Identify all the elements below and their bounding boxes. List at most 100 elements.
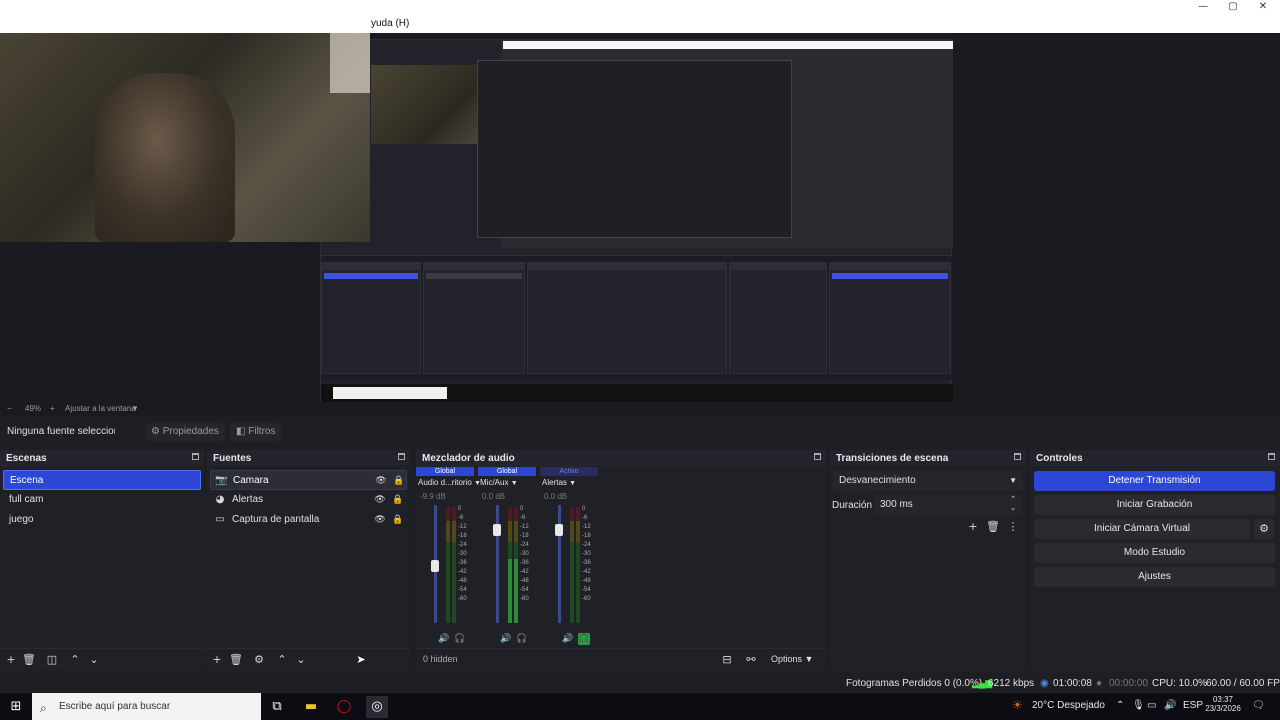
remove-scene-button[interactable]: 🗑 bbox=[21, 652, 37, 668]
volume-slider-handle[interactable] bbox=[493, 524, 501, 536]
remove-source-button[interactable]: 🗑 bbox=[228, 652, 244, 668]
preview-canvas[interactable] bbox=[0, 33, 1280, 403]
source-settings-button[interactable]: ⚙ bbox=[251, 652, 267, 668]
level-meter bbox=[452, 507, 456, 623]
float-icon[interactable] bbox=[1014, 453, 1021, 460]
transitions-dock: Transiciones de escena Desvanecimiento ▼… bbox=[830, 450, 1026, 670]
fit-window-option[interactable]: Ajustar a la ventana bbox=[65, 404, 136, 413]
meter-scale-tick: -18 bbox=[520, 533, 529, 539]
transitions-title: Transiciones de escena bbox=[836, 453, 949, 464]
volume-slider[interactable] bbox=[558, 505, 561, 623]
meter-scale-tick: -6 bbox=[582, 515, 588, 521]
meter-scale-tick: 0 bbox=[458, 506, 462, 512]
duration-spinbox[interactable]: 300 ms ⌃ ⌄ bbox=[874, 495, 1022, 515]
mixer-link-icon[interactable]: ⚯ bbox=[743, 652, 759, 668]
network-icon[interactable]: ▭ bbox=[1147, 700, 1156, 711]
remove-transition-button[interactable]: 🗑 bbox=[985, 519, 1001, 535]
stop-streaming-button[interactable]: Detener Transmisión bbox=[1034, 471, 1275, 491]
obs-icon[interactable]: ◎ bbox=[366, 696, 388, 718]
meter-scale-tick: -36 bbox=[458, 560, 467, 566]
source-item[interactable]: ◕ Alertas 👁 🔒 bbox=[210, 490, 407, 510]
opera-icon[interactable]: ◯ bbox=[333, 696, 355, 718]
sources-list: 📷 Camara 👁 🔒 ◕ Alertas 👁 🔒 ▭ Captura de pantalla 👁… bbox=[207, 470, 410, 530]
options-button[interactable]: Options ▼ bbox=[771, 654, 813, 664]
add-scene-button[interactable]: + bbox=[3, 652, 19, 668]
meter-scale: 0 -6 -12 -18 -24 -30 -36 -42 -48 -54 -60 bbox=[582, 505, 591, 604]
transition-select[interactable]: Desvanecimiento ▼ bbox=[833, 471, 1023, 491]
level-meter bbox=[446, 507, 450, 623]
float-icon[interactable] bbox=[398, 453, 405, 460]
float-icon[interactable] bbox=[1268, 453, 1275, 460]
channel-name[interactable]: Audio d...ritorio ▼ bbox=[418, 478, 481, 487]
start-virtual-camera-button[interactable]: Iniciar Cámara Virtual bbox=[1034, 519, 1250, 539]
scene-item[interactable]: juego bbox=[3, 510, 201, 530]
move-down-button[interactable]: ⌄ bbox=[86, 652, 102, 668]
headphones-monitor-icon[interactable]: 🎧 bbox=[516, 633, 528, 645]
scene-filters-button[interactable]: ◫ bbox=[44, 652, 60, 668]
add-transition-button[interactable]: + bbox=[965, 519, 981, 535]
clock[interactable]: 03:37 23/3/2026 bbox=[1205, 695, 1241, 713]
maximize-button[interactable]: ▢ bbox=[1216, 0, 1250, 15]
float-icon[interactable] bbox=[814, 453, 821, 460]
language-indicator[interactable]: ESP bbox=[1183, 700, 1203, 711]
move-down-button[interactable]: ⌄ bbox=[293, 652, 309, 668]
zoom-in-button[interactable]: + bbox=[50, 404, 55, 413]
lock-icon[interactable]: 🔒 bbox=[392, 494, 404, 506]
close-button[interactable]: ✕ bbox=[1246, 0, 1280, 15]
volume-slider[interactable] bbox=[496, 505, 499, 623]
cpu-usage: CPU: 10.0% bbox=[1152, 678, 1208, 689]
channel-name[interactable]: Mic/Aux ▼ bbox=[480, 478, 518, 487]
lock-icon[interactable]: 🔒 bbox=[393, 475, 405, 487]
filters-button[interactable]: ◧ Filtros bbox=[230, 423, 282, 441]
move-up-button[interactable]: ⌃ bbox=[67, 652, 83, 668]
scene-item[interactable]: Escena bbox=[3, 470, 201, 490]
layout-icon[interactable]: ⊟ bbox=[719, 652, 735, 668]
more-options-icon[interactable]: ⋮ bbox=[1005, 519, 1021, 535]
windows-start-icon[interactable]: ⊞ bbox=[5, 696, 27, 718]
minimize-button[interactable]: — bbox=[1186, 0, 1220, 15]
stream-icon: ◉ bbox=[1040, 678, 1049, 689]
headphones-monitor-icon[interactable]: 🎧 bbox=[578, 633, 590, 645]
scene-item[interactable]: full cam bbox=[3, 490, 201, 510]
move-up-button[interactable]: ⌃ bbox=[274, 652, 290, 668]
taskbar-search[interactable]: ⌕ Escribe aquí para buscar bbox=[32, 693, 261, 720]
zoom-dropdown-icon[interactable]: ▼ bbox=[131, 404, 139, 413]
visibility-eye-icon[interactable]: 👁 bbox=[374, 514, 386, 526]
notifications-icon[interactable]: 🗨 bbox=[1252, 700, 1265, 711]
speaker-mute-icon[interactable]: 🔊 bbox=[438, 633, 450, 645]
speaker-mute-icon[interactable]: 🔊 bbox=[500, 633, 512, 645]
nested-docks bbox=[321, 255, 953, 380]
meter-scale-tick: -36 bbox=[520, 560, 529, 566]
meter-scale-tick: -48 bbox=[458, 578, 467, 584]
studio-mode-button[interactable]: Modo Estudio bbox=[1034, 543, 1275, 563]
menu-help[interactable]: yuda (H) bbox=[371, 18, 409, 29]
speaker-mute-icon[interactable]: 🔊 bbox=[562, 633, 574, 645]
meter-scale-tick: -12 bbox=[582, 524, 591, 530]
channel-name[interactable]: Alertas ▼ bbox=[542, 478, 576, 487]
lock-icon[interactable]: 🔒 bbox=[392, 514, 404, 526]
visibility-eye-icon[interactable]: 👁 bbox=[375, 475, 387, 487]
properties-label: Propiedades bbox=[162, 426, 219, 437]
headphones-monitor-icon[interactable]: 🎧 bbox=[454, 633, 466, 645]
float-icon[interactable] bbox=[192, 453, 199, 460]
virtual-camera-settings-icon[interactable]: ⚙ bbox=[1254, 519, 1274, 539]
settings-button[interactable]: Ajustes bbox=[1034, 567, 1275, 587]
meter-scale-tick: -60 bbox=[458, 596, 467, 602]
tray-chevron-icon[interactable]: ⌃ bbox=[1116, 700, 1124, 711]
windows-taskbar: ⊞ ⌕ Escribe aquí para buscar ⧉ ▬ ◯ ◎ ☀ 2… bbox=[0, 693, 1280, 720]
start-recording-button[interactable]: Iniciar Grabación bbox=[1034, 495, 1275, 515]
file-explorer-icon[interactable]: ▬ bbox=[300, 696, 322, 718]
volume-slider-handle[interactable] bbox=[431, 560, 439, 572]
zoom-out-button[interactable]: − bbox=[7, 404, 12, 413]
volume-slider-handle[interactable] bbox=[555, 524, 563, 536]
properties-button[interactable]: ⚙ Propiedades bbox=[145, 423, 225, 441]
task-view-icon[interactable]: ⧉ bbox=[266, 696, 288, 718]
clock-time: 03:37 bbox=[1212, 695, 1234, 704]
visibility-eye-icon[interactable]: 👁 bbox=[374, 494, 386, 506]
add-source-button[interactable]: + bbox=[209, 652, 225, 668]
mixer-title: Mezclador de audio bbox=[422, 453, 515, 464]
source-item[interactable]: 📷 Camara 👁 🔒 bbox=[210, 470, 407, 490]
microphone-icon: 🎙 bbox=[1132, 700, 1145, 711]
volume-icon[interactable]: 🔊 bbox=[1164, 700, 1176, 711]
source-item[interactable]: ▭ Captura de pantalla 👁 🔒 bbox=[210, 510, 407, 530]
